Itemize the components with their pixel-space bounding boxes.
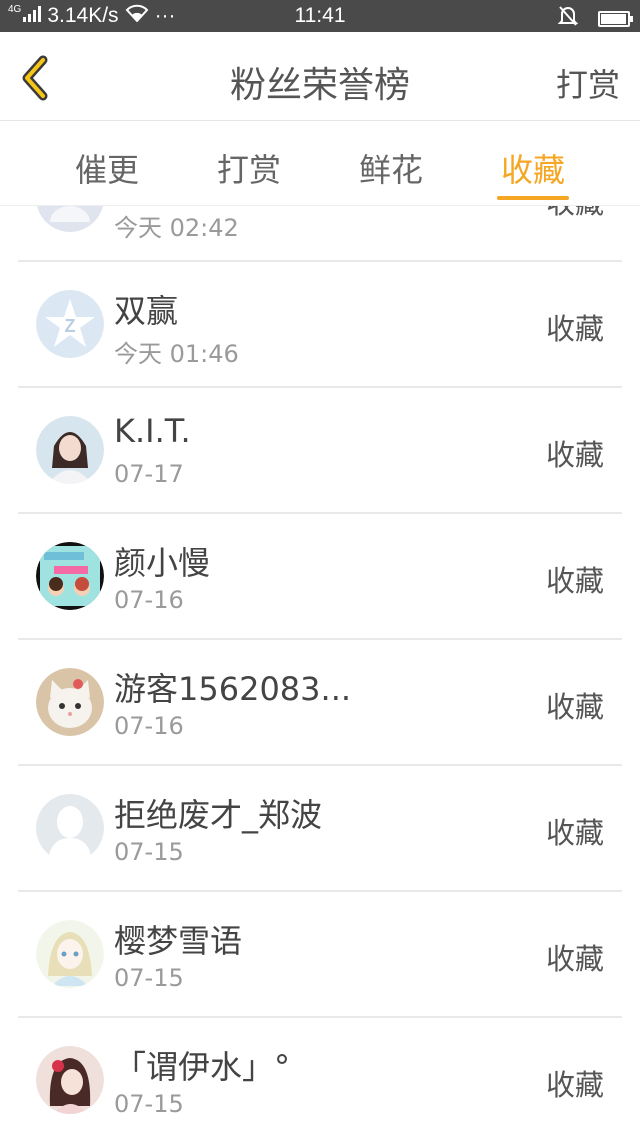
status-right — [557, 5, 633, 33]
tab-favorites[interactable]: 收藏 — [478, 145, 588, 191]
avatar — [36, 416, 104, 484]
action-label: 收藏 — [546, 206, 604, 222]
timestamp: 07-15 — [114, 1090, 184, 1118]
action-label: 收藏 — [545, 816, 604, 850]
user-name: 拒绝废才_郑波 — [114, 796, 323, 834]
user-name: 双赢 — [114, 292, 179, 330]
list-item[interactable]: 颜小慢 07-16 收藏 — [18, 514, 622, 640]
list-item[interactable]: 拒绝废才_郑波 07-15 收藏 — [18, 766, 622, 892]
battery-icon — [598, 11, 633, 27]
user-name: 樱梦雪语 — [114, 922, 243, 960]
fan-list[interactable]: 今天 02:42 收藏 Z 双赢 今天 01:46 收藏 K.I.T. 07-1… — [0, 206, 640, 1138]
action-label: 收藏 — [545, 690, 604, 724]
list-item[interactable]: 游客1562083... 07-16 收藏 — [18, 640, 622, 766]
status-bar: 4G 3.14K/s ··· 11:41 — [0, 0, 640, 32]
clock: 11:41 — [294, 4, 346, 27]
timestamp: 07-17 — [114, 460, 184, 488]
action-label: 收藏 — [545, 1068, 604, 1102]
avatar — [36, 794, 104, 862]
mute-bell-icon — [557, 5, 579, 33]
timestamp: 07-16 — [114, 712, 184, 740]
active-tab-indicator — [497, 196, 569, 200]
avatar — [36, 1046, 104, 1114]
battery-level — [601, 14, 626, 24]
list-item[interactable]: 「谓伊水」° 07-15 收藏 — [18, 1018, 622, 1138]
page-title: 粉丝荣誉榜 — [229, 65, 410, 106]
tab-flowers[interactable]: 鲜花 — [336, 145, 446, 191]
timestamp: 07-15 — [114, 838, 184, 866]
avatar — [36, 920, 104, 988]
timestamp: 07-15 — [114, 964, 184, 992]
tab-reward[interactable]: 打赏 — [194, 145, 304, 191]
nav-header: 粉丝荣誉榜 打赏 — [0, 32, 640, 120]
list-item[interactable]: Z 双赢 今天 01:46 收藏 — [18, 262, 622, 388]
action-label: 收藏 — [545, 438, 604, 472]
list-item[interactable]: K.I.T. 07-17 收藏 — [18, 388, 622, 514]
avatar — [36, 206, 104, 232]
avatar: Z — [36, 290, 104, 358]
reward-button[interactable]: 打赏 — [556, 60, 620, 106]
avatar — [36, 542, 104, 610]
avatar — [36, 668, 104, 736]
list-item[interactable]: 樱梦雪语 07-15 收藏 — [18, 892, 622, 1018]
timestamp: 今天 02:42 — [114, 214, 239, 242]
user-name: 「谓伊水」° — [114, 1048, 291, 1086]
user-name: 游客1562083... — [114, 670, 352, 708]
action-label: 收藏 — [545, 942, 604, 976]
svg-text:Z: Z — [65, 316, 76, 336]
user-name: K.I.T. — [114, 412, 191, 450]
action-label: 收藏 — [545, 564, 604, 598]
tab-urge[interactable]: 催更 — [52, 145, 162, 191]
tab-bar: 催更 打赏 鲜花 收藏 — [0, 121, 640, 205]
timestamp: 今天 01:46 — [114, 340, 239, 368]
user-name: 颜小慢 — [114, 544, 211, 582]
action-label: 收藏 — [545, 312, 604, 346]
timestamp: 07-16 — [114, 586, 184, 614]
list-item[interactable]: 今天 02:42 收藏 — [18, 206, 622, 262]
